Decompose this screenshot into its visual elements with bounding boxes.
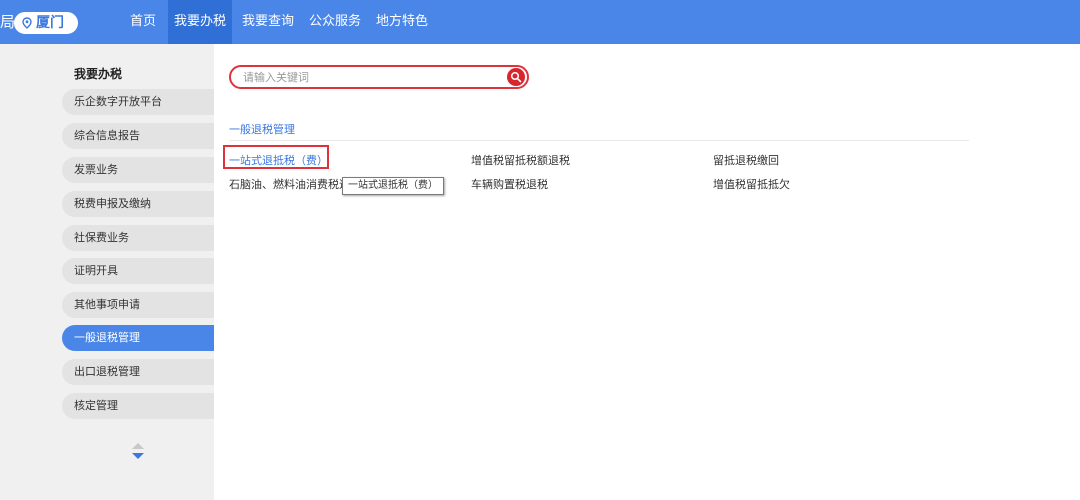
search-icon (510, 71, 522, 83)
search-input[interactable] (243, 69, 483, 85)
brand-title-fragment: 局 (0, 13, 16, 31)
sidebar-item-assessment[interactable]: 核定管理 (62, 393, 214, 419)
sidebar-item-export-refund[interactable]: 出口退税管理 (62, 359, 214, 385)
top-navigation-bar: 局 厦门 首页 我要办税 我要查询 公众服务 地方特色 (0, 0, 1080, 44)
city-selector[interactable]: 厦门 (14, 12, 78, 34)
map-pin-icon (22, 17, 32, 29)
sidebar-item-info-report[interactable]: 综合信息报告 (62, 123, 214, 149)
sidebar-item-certificate[interactable]: 证明开具 (62, 258, 214, 284)
section-divider (229, 140, 969, 141)
tooltip: 一站式退抵税（费） (342, 177, 444, 195)
sidebar-item-invoice[interactable]: 发票业务 (62, 157, 214, 183)
search-box (229, 65, 529, 89)
sidebar-item-leqi-platform[interactable]: 乐企数字开放平台 (62, 89, 214, 115)
nav-inquiry[interactable]: 我要查询 (236, 0, 300, 44)
link-vat-credit-refund[interactable]: 增值税留抵税额退税 (471, 152, 570, 168)
link-vehicle-purchase-tax-refund[interactable]: 车辆购置税退税 (471, 176, 548, 192)
city-name: 厦门 (36, 15, 64, 31)
nav-public-service[interactable]: 公众服务 (304, 0, 366, 44)
sidebar-item-general-refund[interactable]: 一般退税管理 (62, 325, 214, 351)
sidebar-item-tax-declaration[interactable]: 税费申报及缴纳 (62, 191, 214, 217)
link-vat-credit-offset-arrears[interactable]: 增值税留抵抵欠 (713, 176, 790, 192)
sidebar-title: 我要办税 (74, 67, 123, 81)
nav-tax-handling[interactable]: 我要办税 (168, 0, 232, 44)
search-button[interactable] (507, 68, 525, 86)
link-credit-refund-return[interactable]: 留抵退税缴回 (713, 152, 779, 168)
section-title: 一般退税管理 (229, 123, 295, 136)
up-down-arrows-icon[interactable] (130, 439, 146, 465)
sidebar-item-social-security[interactable]: 社保费业务 (62, 225, 214, 251)
sidebar-item-other-applications[interactable]: 其他事项申请 (62, 292, 214, 318)
sidebar: 我要办税 乐企数字开放平台 综合信息报告 发票业务 税费申报及缴纳 社保费业务 … (0, 44, 214, 500)
nav-local-features[interactable]: 地方特色 (370, 0, 434, 44)
link-one-stop-refund[interactable]: 一站式退抵税（费） (229, 152, 328, 168)
nav-home[interactable]: 首页 (122, 0, 164, 44)
